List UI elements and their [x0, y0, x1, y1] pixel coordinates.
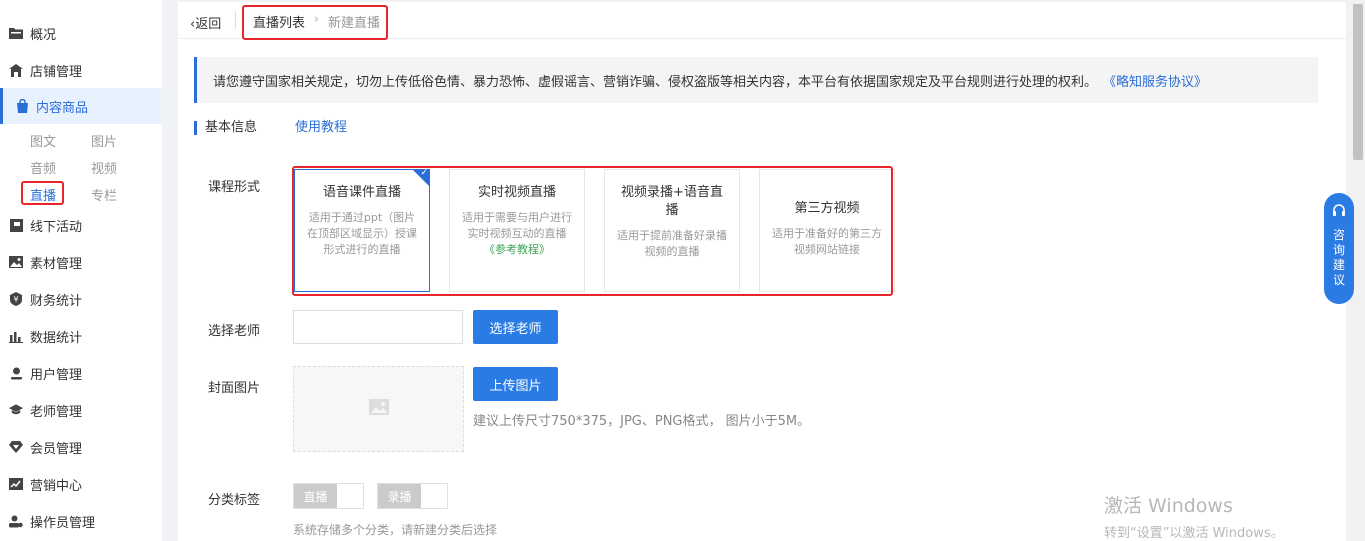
- bar-chart-icon: [9, 329, 23, 343]
- sidebar-item-finance[interactable]: ¥ 财务统计: [0, 286, 162, 312]
- select-teacher-button[interactable]: 选择老师: [473, 310, 558, 344]
- sidebar-item-label: 数据统计: [30, 330, 83, 346]
- sidebar-item-overview[interactable]: 概况: [0, 20, 162, 46]
- toggle-label: 录播: [378, 484, 421, 508]
- toggle-label: 直播: [294, 484, 337, 508]
- notice-banner: 请您遵守国家相关规定，切勿上传低俗色情、暴力恐怖、虚假谣言、营销诈骗、侵权盗版等…: [194, 57, 1318, 103]
- svg-text:¥: ¥: [13, 295, 18, 304]
- course-form-label: 课程形式: [208, 180, 261, 195]
- sidebar-item-label: 财务统计: [30, 293, 83, 309]
- subnav-column[interactable]: 专栏: [91, 185, 117, 204]
- store-icon: [9, 63, 23, 77]
- watermark-line1: 激活 Windows: [1104, 495, 1233, 517]
- teacher-label: 选择老师: [208, 324, 261, 339]
- upload-image-button[interactable]: 上传图片: [473, 367, 558, 401]
- cover-image-placeholder[interactable]: [293, 366, 464, 452]
- divider: [235, 11, 236, 29]
- highlight-box: [21, 181, 64, 205]
- sidebar-item-teachers[interactable]: 老师管理: [0, 397, 162, 423]
- sidebar-item-label: 操作员管理: [30, 515, 96, 531]
- graduation-cap-icon: [9, 403, 23, 417]
- sidebar-item-operators[interactable]: 操作员管理: [0, 508, 162, 534]
- trend-icon: [9, 477, 23, 491]
- sidebar-item-label: 概况: [30, 27, 57, 43]
- sidebar: 概况 店铺管理 内容商品 图文 图片 音频 视频 直播 专栏 线下活动 素材管理…: [0, 0, 162, 541]
- sidebar-item-label: 老师管理: [30, 404, 83, 420]
- sidebar-item-label: 内容商品: [36, 100, 89, 116]
- image-placeholder-icon: [368, 399, 389, 419]
- highlight-box: [292, 166, 893, 296]
- sidebar-item-offline[interactable]: 线下活动: [0, 212, 162, 238]
- consult-label: 咨询建议: [1332, 228, 1345, 287]
- toggle-live[interactable]: 直播: [293, 483, 364, 509]
- sidebar-item-users[interactable]: 用户管理: [0, 360, 162, 386]
- upload-hint: 建议上传尺寸750*375，JPG、PNG格式， 图片小于5M。: [473, 414, 811, 429]
- main-panel: ‹返回 直播列表 › 新建直播 请您遵守国家相关规定，切勿上传低俗色情、暴力恐怖…: [178, 2, 1346, 541]
- notice-text: 请您遵守国家相关规定，切勿上传低俗色情、暴力恐怖、虚假谣言、营销诈骗、侵权盗版等…: [213, 74, 1098, 90]
- tutorial-link[interactable]: 使用教程: [295, 121, 347, 135]
- sidebar-item-label: 用户管理: [30, 367, 83, 383]
- sidebar-item-store[interactable]: 店铺管理: [0, 57, 162, 83]
- sidebar-item-label: 营销中心: [30, 478, 83, 494]
- windows-activation-watermark: 激活 Windows 转到“设置”以激活 Windows。: [1104, 491, 1284, 541]
- back-link[interactable]: ‹返回: [190, 13, 221, 32]
- category-label: 分类标签: [208, 493, 261, 508]
- headset-icon: [1332, 204, 1346, 222]
- subnav-video[interactable]: 视频: [91, 158, 117, 177]
- sidebar-item-data[interactable]: 数据统计: [0, 323, 162, 349]
- sidebar-item-label: 会员管理: [30, 441, 83, 457]
- folder-icon: [9, 26, 23, 40]
- sidebar-item-marketing[interactable]: 营销中心: [0, 471, 162, 497]
- category-hint: 系统存储多个分类，请新建分类后选择: [293, 523, 498, 537]
- scrollbar-thumb[interactable]: [1353, 4, 1363, 160]
- sidebar-item-material[interactable]: 素材管理: [0, 249, 162, 275]
- sidebar-item-members[interactable]: 会员管理: [0, 434, 162, 460]
- yen-icon: ¥: [9, 292, 23, 306]
- watermark-line2: 转到“设置”以激活 Windows。: [1104, 526, 1284, 541]
- subnav-image[interactable]: 图片: [91, 131, 117, 150]
- sidebar-item-label: 素材管理: [30, 256, 83, 272]
- operator-icon: [9, 514, 23, 528]
- highlight-box: [242, 5, 388, 40]
- service-agreement-link[interactable]: 《略知服务协议》: [1103, 71, 1207, 90]
- cover-label: 封面图片: [208, 381, 261, 396]
- image-icon: [9, 255, 23, 269]
- sidebar-item-label: 线下活动: [30, 219, 83, 235]
- sidebar-item-label: 店铺管理: [30, 64, 83, 80]
- consult-button[interactable]: 咨询建议: [1324, 193, 1354, 304]
- flag-icon: [9, 218, 23, 232]
- subnav-graphic[interactable]: 图文: [30, 131, 56, 150]
- teacher-input[interactable]: [293, 310, 463, 344]
- user-icon: [9, 366, 23, 380]
- section-title: 基本信息: [194, 121, 257, 135]
- toggle-recorded[interactable]: 录播: [377, 483, 448, 509]
- bag-icon: [15, 99, 29, 113]
- subnav-audio[interactable]: 音频: [30, 158, 56, 177]
- sidebar-item-content[interactable]: 内容商品: [0, 88, 162, 124]
- diamond-icon: [9, 440, 23, 454]
